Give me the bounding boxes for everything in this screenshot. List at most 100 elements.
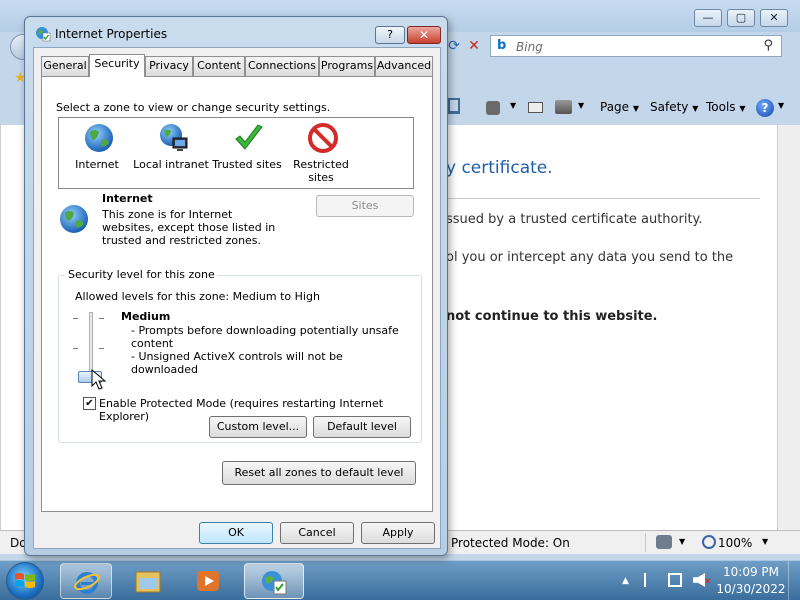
windows-flag-icon xyxy=(15,573,35,588)
taskbar-media-player-button[interactable] xyxy=(182,563,234,599)
ie-page-left-edge xyxy=(0,125,10,530)
dialog-help-button[interactable]: ? xyxy=(375,26,405,44)
tools-menu[interactable]: Tools ▼ xyxy=(706,100,746,114)
taskbar-internet-properties-button[interactable] xyxy=(244,563,304,599)
zone-description-text: This zone is for Internet websites, exce… xyxy=(102,208,276,247)
ie-command-bar: ▼ ▼ Page ▼ Safety ▼ Tools ▼ ? ▼ xyxy=(448,96,800,120)
refresh-icon[interactable]: ⟳ xyxy=(446,38,462,54)
sites-button[interactable]: Sites xyxy=(316,195,414,217)
clock-date[interactable]: 10/30/2022 xyxy=(716,582,786,596)
taskbar-ie-button[interactable] xyxy=(60,563,112,599)
security-level-detail-line: - Unsigned ActiveX controls will not be … xyxy=(131,350,343,376)
zone-description-title: Internet xyxy=(102,192,153,205)
show-desktop-button[interactable] xyxy=(788,561,800,600)
internet-options-icon xyxy=(36,27,51,42)
ok-button[interactable]: OK xyxy=(199,522,273,544)
cancel-button[interactable]: Cancel xyxy=(280,522,354,544)
cert-error-line: ol you or intercept any data you send to… xyxy=(446,250,734,265)
feed-icon[interactable] xyxy=(486,101,500,115)
chevron-down-icon[interactable]: ▼ xyxy=(679,537,685,546)
action-center-flag-icon[interactable] xyxy=(644,573,656,587)
security-level-name: Medium xyxy=(121,310,171,323)
zone-list: Internet Local intranet Trusted sites Re… xyxy=(58,117,414,189)
globe-icon xyxy=(85,124,113,152)
zone-internet[interactable]: Internet xyxy=(57,120,137,186)
custom-level-button[interactable]: Custom level... xyxy=(209,416,307,438)
ie-close-button[interactable]: ✕ xyxy=(760,9,788,27)
ie-search-placeholder: Bing xyxy=(516,40,543,54)
start-button[interactable] xyxy=(6,562,44,600)
zoom-icon[interactable] xyxy=(702,535,716,549)
intranet-icon xyxy=(160,124,188,151)
tab-advanced[interactable]: Advanced xyxy=(375,56,433,76)
cert-error-heading: y certificate. xyxy=(446,158,553,178)
print-icon[interactable] xyxy=(555,100,572,114)
zone-local-intranet[interactable]: Local intranet xyxy=(131,120,211,186)
zone-restricted-sites[interactable]: Restricted sites xyxy=(281,120,361,186)
zone-prompt: Select a zone to view or change security… xyxy=(56,101,331,114)
chevron-down-icon[interactable]: ▼ xyxy=(578,101,584,110)
clock-time[interactable]: 10:09 PM xyxy=(720,565,782,579)
dialog-title: Internet Properties xyxy=(55,27,168,41)
security-tab-page: Select a zone to view or change security… xyxy=(41,76,433,512)
chevron-down-icon: ▼ xyxy=(692,104,699,113)
protected-mode-checkbox[interactable]: ✔ xyxy=(83,397,96,410)
show-hidden-icons-button[interactable]: ▲ xyxy=(622,576,629,586)
ie-scrollbar[interactable] xyxy=(778,125,800,530)
dialog-body: General Security Privacy Content Connect… xyxy=(33,47,441,549)
default-level-button[interactable]: Default level xyxy=(313,416,411,438)
tab-connections[interactable]: Connections xyxy=(245,56,319,76)
internet-options-icon xyxy=(262,571,287,595)
tab-privacy[interactable]: Privacy xyxy=(145,56,193,76)
tab-programs[interactable]: Programs xyxy=(319,56,375,76)
slider-tick xyxy=(73,348,78,349)
security-level-legend: Security level for this zone xyxy=(65,268,218,281)
security-settings-icon[interactable] xyxy=(656,535,672,549)
search-icon[interactable]: ⚲ xyxy=(763,38,773,53)
zoom-level[interactable]: 100% xyxy=(718,536,752,550)
tools-menu-label: Tools xyxy=(706,100,736,114)
page-menu-label: Page xyxy=(600,100,630,114)
dialog-close-button[interactable]: ✕ xyxy=(407,26,441,44)
tab-general[interactable]: General xyxy=(41,56,89,76)
stop-icon[interactable]: ✕ xyxy=(466,38,482,54)
bing-logo-icon: b xyxy=(497,38,507,53)
taskbar-explorer-button[interactable] xyxy=(122,563,174,599)
network-icon[interactable] xyxy=(668,573,682,587)
zone-label: Trusted sites xyxy=(212,158,282,171)
page-menu[interactable]: Page ▼ xyxy=(600,100,639,114)
volume-muted-icon: ✕ xyxy=(704,577,712,587)
chevron-down-icon: ▼ xyxy=(739,104,746,113)
globe-icon xyxy=(60,205,88,233)
cert-error-warning: not continue to this website. xyxy=(446,309,658,324)
chevron-down-icon[interactable]: ▼ xyxy=(510,101,516,110)
security-level-details: - Prompts before downloading potentially… xyxy=(131,324,411,376)
tab-security[interactable]: Security xyxy=(89,54,145,77)
ie-search-input[interactable]: b Bing ⚲ xyxy=(490,35,782,57)
ie-logo-icon xyxy=(74,572,100,594)
help-icon[interactable]: ? xyxy=(756,99,774,117)
ie-maximize-button[interactable]: ▢ xyxy=(727,9,755,27)
media-player-icon xyxy=(197,571,219,591)
zone-trusted-sites[interactable]: Trusted sites xyxy=(207,120,287,186)
slider-tick xyxy=(99,318,104,319)
slider-tick xyxy=(73,318,78,319)
ie-minimize-button[interactable]: — xyxy=(694,9,722,27)
allowed-levels-text: Allowed levels for this zone: Medium to … xyxy=(75,290,320,303)
safety-menu[interactable]: Safety ▼ xyxy=(650,100,698,114)
restricted-icon xyxy=(308,123,338,153)
home-icon[interactable] xyxy=(448,98,460,114)
status-divider xyxy=(645,533,646,552)
security-level-group: Security level for this zone Allowed lev… xyxy=(58,268,422,443)
tab-content[interactable]: Content xyxy=(193,56,245,76)
apply-button[interactable]: Apply xyxy=(361,522,435,544)
zone-label: Local intranet xyxy=(133,158,209,171)
security-level-detail-line: - Prompts before downloading potentially… xyxy=(131,324,399,350)
cert-error-divider xyxy=(446,198,760,199)
reset-all-zones-button[interactable]: Reset all zones to default level xyxy=(222,461,416,485)
safety-menu-label: Safety xyxy=(650,100,689,114)
chevron-down-icon[interactable]: ▼ xyxy=(778,101,784,110)
mail-icon[interactable] xyxy=(528,102,543,113)
protected-mode-status[interactable]: Protected Mode: On xyxy=(451,536,570,550)
chevron-down-icon[interactable]: ▼ xyxy=(762,537,768,546)
